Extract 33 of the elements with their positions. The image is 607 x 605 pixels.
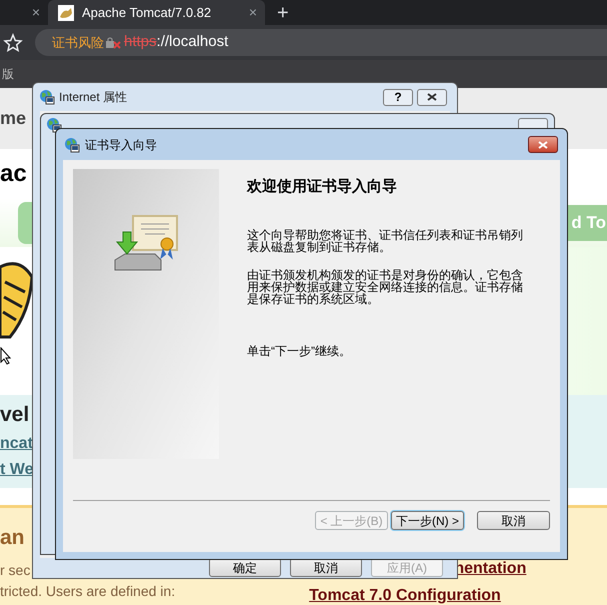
certificate-warning: 证书风险 bbox=[52, 34, 104, 52]
address-bar[interactable]: 证书风险 https://localhost bbox=[35, 29, 607, 56]
bookmark-item[interactable]: 版 bbox=[2, 65, 14, 83]
url-text: https://localhost bbox=[124, 32, 228, 52]
window-title: 证书导入向导 bbox=[85, 136, 158, 154]
wizard-paragraph: 单击“下一步”继续。 bbox=[247, 344, 352, 356]
manager-heading: an bbox=[0, 525, 26, 552]
dialog-button[interactable]: 下一步(N) > bbox=[391, 511, 464, 530]
tab-close[interactable]: × bbox=[248, 2, 257, 23]
globe-computer-icon bbox=[39, 89, 55, 105]
section-heading: vel bbox=[0, 402, 30, 428]
nav-link[interactable]: me bbox=[0, 105, 26, 132]
lock-error-icon bbox=[106, 36, 122, 48]
cursor-icon bbox=[0, 347, 12, 366]
globe-computer-icon bbox=[64, 136, 80, 152]
wizard-heading: 欢迎使用证书导入向导 bbox=[247, 177, 398, 197]
new-tab-button[interactable]: + bbox=[277, 3, 289, 23]
close-icon bbox=[538, 140, 548, 148]
browser-tab[interactable]: Apache Tomcat/7.0.82 × bbox=[48, 0, 265, 25]
close-icon bbox=[427, 93, 437, 101]
wizard-paragraph: 由证书颁发机构颁发的证书是对身份的确认，它包含用来保护数据或建立安全网络连接的信息。证书存储是保存证书的系统区域。 bbox=[247, 268, 524, 304]
wizard-paragraph: 这个向导帮助您将证书、证书信任列表和证书吊销列表从磁盘复制到证书存储。 bbox=[247, 228, 524, 252]
doc-link[interactable]: Tomcat 7.0 Configuration bbox=[309, 586, 501, 605]
tab-title: Apache Tomcat/7.0.82 bbox=[82, 4, 212, 22]
page-heading: ac bbox=[0, 158, 27, 189]
tab-close[interactable]: × bbox=[32, 2, 40, 23]
star-icon[interactable] bbox=[3, 32, 23, 52]
dialog-button[interactable]: 取消 bbox=[477, 511, 550, 530]
manager-text: r sec bbox=[0, 560, 30, 580]
banner-text: d To bbox=[568, 204, 607, 241]
window-title: Internet 属性 bbox=[59, 89, 128, 106]
manager-text: tricted. Users are defined in: bbox=[0, 582, 176, 601]
help-button[interactable]: ? bbox=[383, 88, 413, 106]
